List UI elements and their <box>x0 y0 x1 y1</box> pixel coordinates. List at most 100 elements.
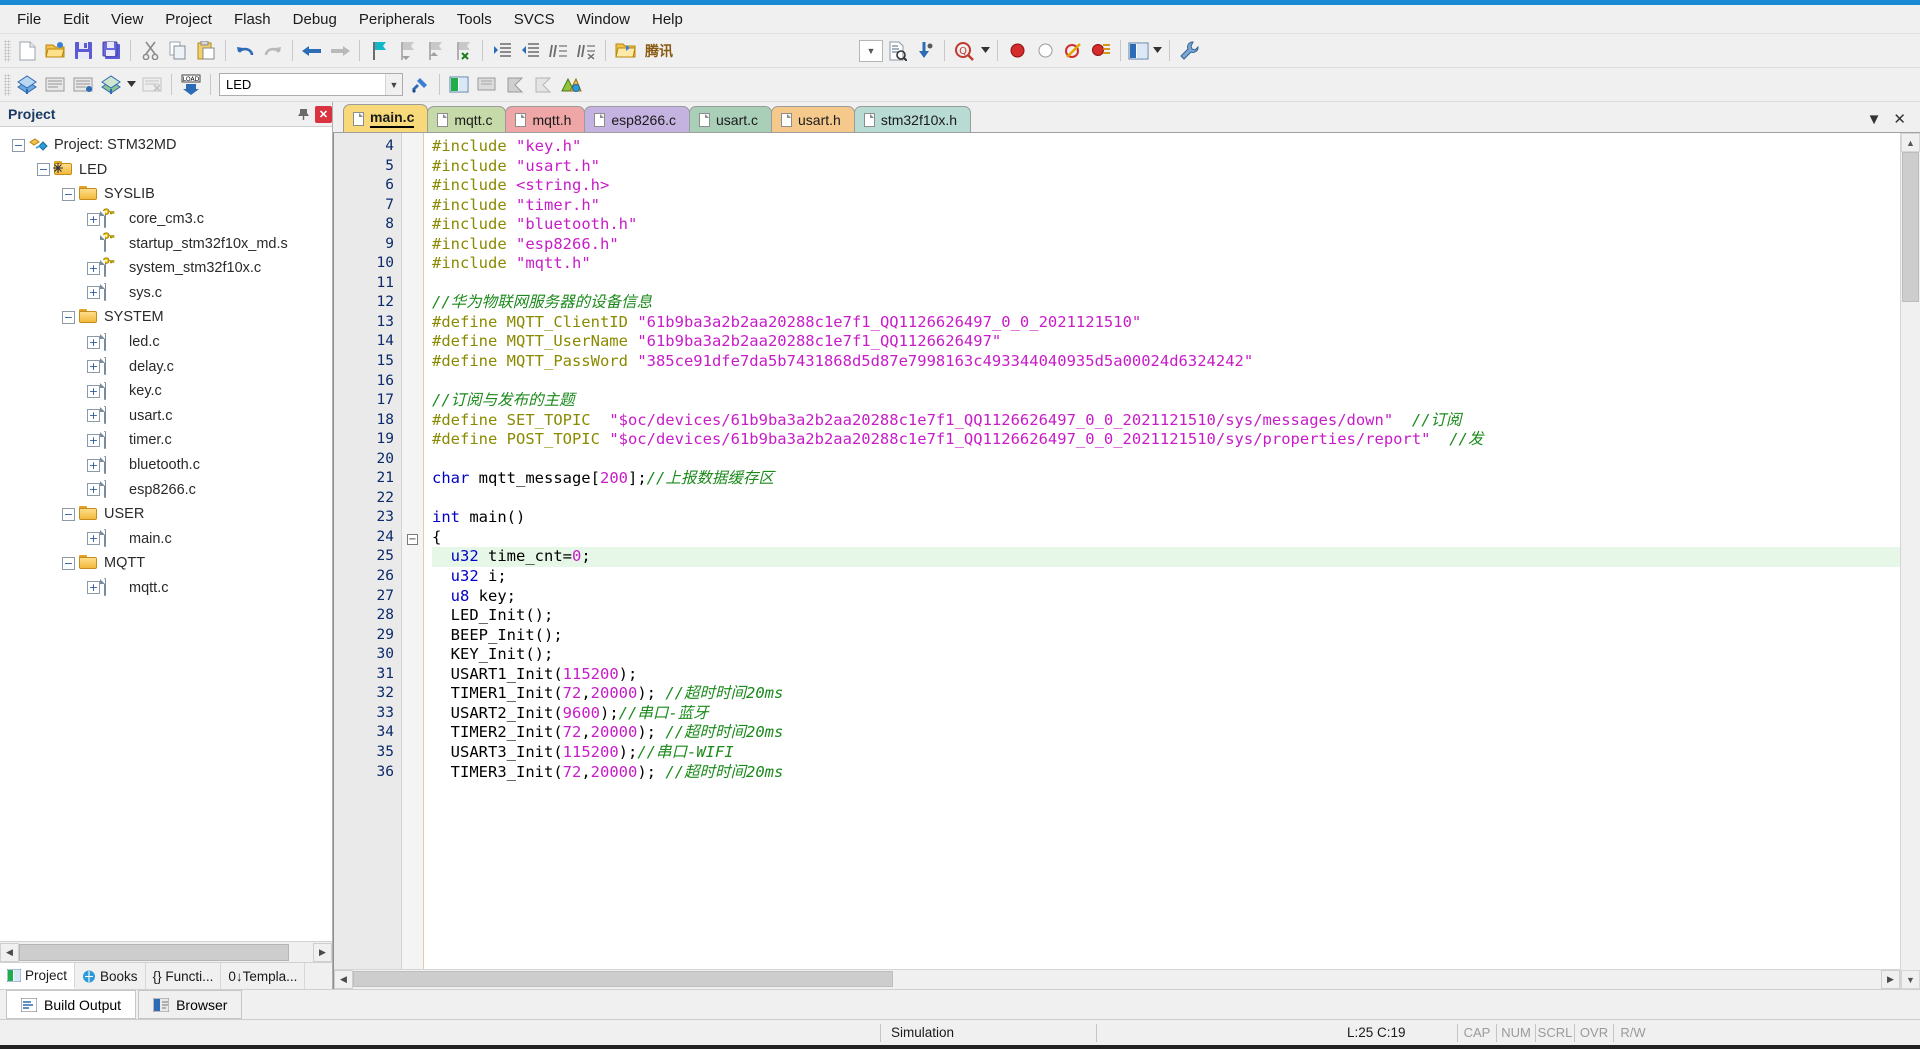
tree-item[interactable]: + delay.c <box>0 354 332 379</box>
collapse-toggle-icon[interactable]: − <box>62 310 75 324</box>
tree-item[interactable]: − SYSTEM <box>0 305 332 330</box>
tab-project[interactable]: Project <box>0 963 76 989</box>
collapse-toggle-icon[interactable]: − <box>62 187 75 201</box>
menu-peripherals[interactable]: Peripherals <box>348 7 446 32</box>
close-icon[interactable]: ✕ <box>1893 110 1906 128</box>
undo-icon[interactable] <box>231 37 259 65</box>
code-folding-column[interactable]: − <box>402 133 424 969</box>
code-line[interactable]: u8 key; <box>432 587 1900 607</box>
code-line[interactable]: USART1_Init(115200); <box>432 665 1900 685</box>
code-line[interactable]: KEY_Init(); <box>432 645 1900 665</box>
goto-icon[interactable] <box>911 37 939 65</box>
menu-debug[interactable]: Debug <box>282 7 348 32</box>
expand-toggle-icon[interactable]: + <box>87 335 100 349</box>
configure-icon[interactable] <box>1175 37 1203 65</box>
save-icon[interactable] <box>69 37 97 65</box>
target-selector[interactable]: LED ▼ <box>219 73 403 96</box>
menu-view[interactable]: View <box>100 7 154 32</box>
editor-tab-usart-c[interactable]: usart.c <box>689 106 773 132</box>
code-line[interactable]: u32 time_cnt=0; <box>432 547 1900 568</box>
editor-tab-esp8266-c[interactable]: esp8266.c <box>584 106 690 132</box>
expand-toggle-icon[interactable]: + <box>87 384 100 398</box>
tree-item[interactable]: + esp8266.c <box>0 477 332 502</box>
tree-item[interactable]: + core_cm3.c <box>0 207 332 232</box>
menu-help[interactable]: Help <box>641 7 694 32</box>
chevron-down-icon[interactable] <box>978 37 992 65</box>
rebuild-icon[interactable] <box>97 71 125 99</box>
find-icon[interactable]: Q <box>950 37 978 65</box>
project-window-icon[interactable] <box>445 71 473 99</box>
code-line[interactable] <box>432 274 1900 294</box>
source-code[interactable]: #include "key.h" #include "usart.h" #inclu… <box>424 133 1900 969</box>
project-tree[interactable]: − Project: STM32MD − LED − SYSLIB + core_cm3.c s… <box>0 127 332 941</box>
scroll-up-button[interactable]: ▲ <box>1901 133 1920 152</box>
code-line[interactable]: #include "mqtt.h" <box>432 254 1900 274</box>
navigate-forward-icon[interactable] <box>326 37 354 65</box>
code-line[interactable] <box>432 372 1900 392</box>
menu-svcs[interactable]: SVCS <box>503 7 566 32</box>
tab-build-output[interactable]: Build Output <box>6 990 137 1019</box>
code-line[interactable]: #define MQTT_PassWord "385ce91dfe7da5b74… <box>432 352 1900 372</box>
expand-toggle-icon[interactable]: + <box>87 261 100 275</box>
expand-toggle-icon[interactable]: + <box>87 286 100 300</box>
tree-item[interactable]: + mqtt.c <box>0 576 332 601</box>
outdent-icon[interactable] <box>516 37 544 65</box>
toolbar-grip[interactable] <box>4 39 11 62</box>
code-line[interactable]: #include <string.h> <box>432 176 1900 196</box>
code-line[interactable]: LED_Init(); <box>432 606 1900 626</box>
code-area[interactable]: 4 5 6 7 8 9 10 11 12 13 14 15 16 17 18 19 20 21 22 23 24 25 26… <box>334 133 1900 969</box>
editor-tab-mqtt-c[interactable]: mqtt.c <box>427 106 507 132</box>
expand-toggle-icon[interactable]: + <box>87 458 100 472</box>
code-line[interactable] <box>432 489 1900 509</box>
tab-functions[interactable]: {} Functi... <box>146 963 222 989</box>
find-combo[interactable]: ▼ <box>859 39 883 62</box>
scroll-down-button[interactable]: ▼ <box>1901 970 1920 989</box>
tree-item[interactable]: − MQTT <box>0 551 332 576</box>
code-line[interactable]: USART3_Init(115200);//串口-WIFI <box>432 743 1900 763</box>
scroll-left-button[interactable]: ◀ <box>334 970 353 989</box>
menu-file[interactable]: File <box>6 7 52 32</box>
tree-item[interactable]: − LED <box>0 158 332 183</box>
editor-tab-usart-h[interactable]: usart.h <box>771 106 855 132</box>
cut-icon[interactable] <box>136 37 164 65</box>
fold-toggle-icon[interactable]: − <box>402 528 423 548</box>
menu-flash[interactable]: Flash <box>223 7 282 32</box>
collapse-toggle-icon[interactable]: − <box>62 556 75 570</box>
translate-icon[interactable] <box>41 71 69 99</box>
editor-vertical-scrollbar[interactable]: ▲ ▼ <box>1900 133 1920 989</box>
menu-edit[interactable]: Edit <box>52 7 100 32</box>
find-in-files-icon[interactable] <box>883 37 911 65</box>
scroll-track[interactable] <box>1901 152 1920 970</box>
project-horizontal-scrollbar[interactable]: ◀ ▶ <box>0 941 332 962</box>
scroll-right-button[interactable]: ▶ <box>1881 970 1900 989</box>
bookmark-prev-icon[interactable] <box>393 37 421 65</box>
build-target-icon[interactable] <box>69 71 97 99</box>
bookmark-clear-icon[interactable] <box>449 37 477 65</box>
code-line[interactable]: #include "bluetooth.h" <box>432 215 1900 235</box>
code-line[interactable]: char mqtt_message[200];//上报数据缓存区 <box>432 469 1900 489</box>
bookmark-toggle-icon[interactable] <box>365 37 393 65</box>
window-layout-icon[interactable] <box>1126 37 1150 65</box>
code-line[interactable]: TIMER3_Init(72,20000); //超时时间20ms <box>432 763 1900 783</box>
breakpoint-disable-icon[interactable] <box>1031 37 1059 65</box>
expand-toggle-icon[interactable]: + <box>87 532 100 546</box>
code-line[interactable]: #define MQTT_ClientID "61b9ba3a2b2aa2028… <box>432 313 1900 333</box>
expand-toggle-icon[interactable]: + <box>87 433 100 447</box>
scroll-track[interactable] <box>19 942 313 962</box>
expand-toggle-icon[interactable]: + <box>87 409 100 423</box>
scroll-thumb[interactable] <box>353 971 893 987</box>
build-icon[interactable] <box>13 71 41 99</box>
manage-components-icon[interactable] <box>557 71 585 99</box>
editor-tab-stm32f10x-h[interactable]: stm32f10x.h <box>853 106 972 132</box>
scroll-right-button[interactable]: ▶ <box>313 942 332 962</box>
tree-item[interactable]: − USER <box>0 502 332 527</box>
paste-icon[interactable] <box>192 37 220 65</box>
functions-icon[interactable] <box>501 71 529 99</box>
code-line[interactable]: //订阅与发布的主题 <box>432 391 1900 411</box>
chevron-down-icon[interactable]: ▼ <box>385 74 402 95</box>
scroll-track[interactable] <box>353 970 1881 989</box>
tree-item[interactable]: + main.c <box>0 527 332 552</box>
tencent-folder-icon[interactable] <box>611 37 639 65</box>
books-icon[interactable] <box>473 71 501 99</box>
expand-toggle-icon[interactable]: + <box>87 483 100 497</box>
